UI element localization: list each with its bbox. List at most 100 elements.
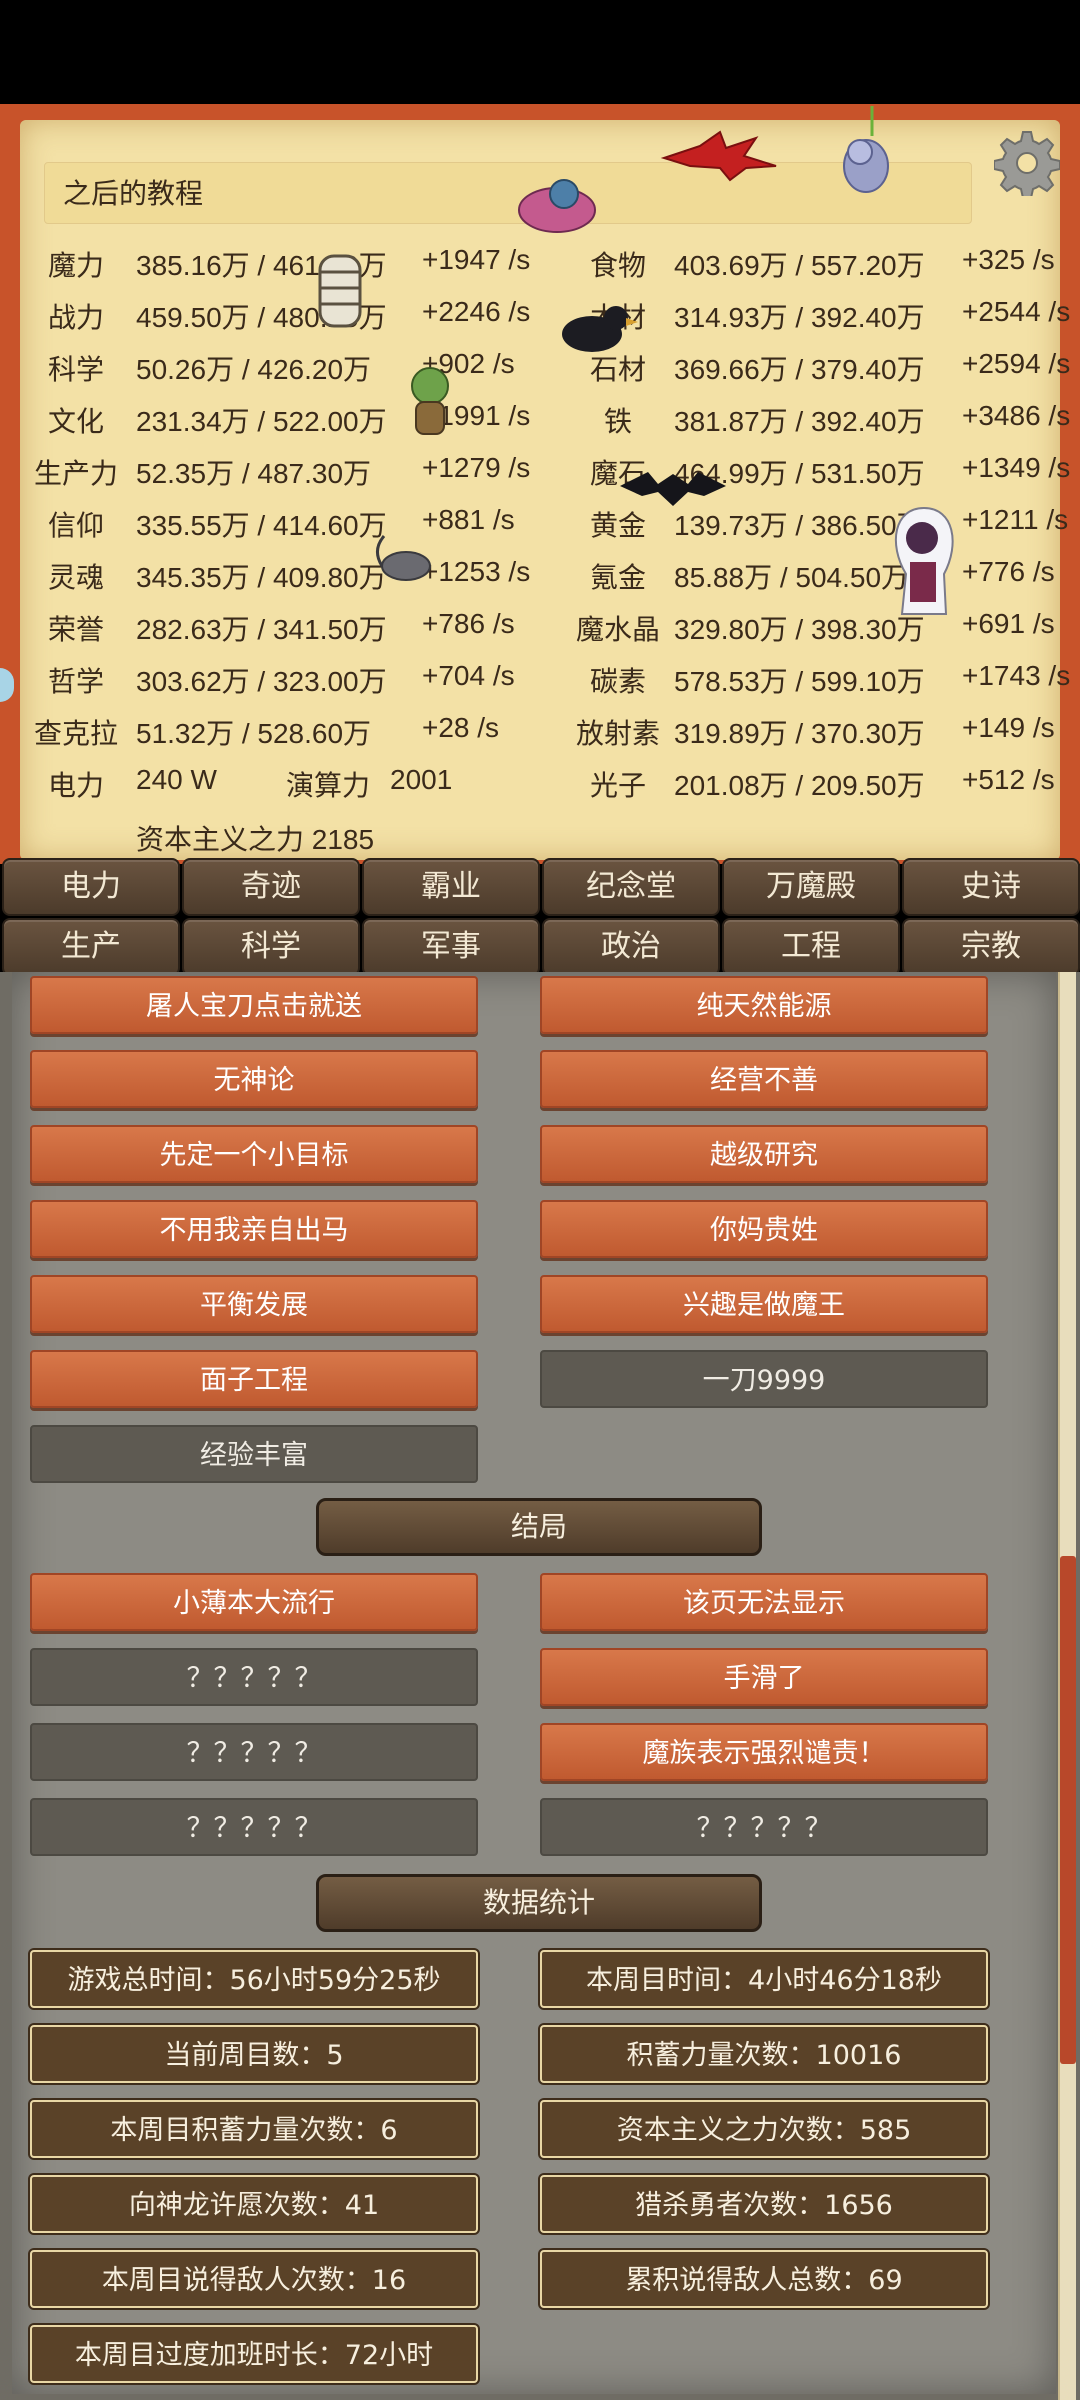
tab-power[interactable]: 电力 — [2, 858, 180, 916]
stat-run-accumulate-count: 本周目积蓄力量次数：6 — [30, 2100, 478, 2158]
achievement-button-locked[interactable]: 一刀9999 — [540, 1350, 988, 1408]
tab-science[interactable]: 科学 — [182, 918, 360, 976]
resource-rate: +786 /s — [422, 608, 515, 639]
resource-rate: +149 /s — [962, 712, 1055, 743]
resource-row: 战力 459.50万 / 480.25万 +2246 /s 木材 314.93万… — [0, 296, 1080, 336]
rat-icon — [376, 535, 431, 581]
ending-button-locked[interactable]: ？？？？？ — [30, 1723, 478, 1781]
resource-name: 氪金 — [589, 562, 646, 593]
monkey-icon — [843, 106, 889, 193]
resource-rate: +2544 /s — [962, 296, 1071, 327]
resource-name: 碳素 — [589, 666, 646, 697]
resource-value: 578.53万 / 599.10万 — [674, 666, 925, 697]
bat-icon — [620, 472, 726, 506]
resource-rate: +2246 /s — [422, 296, 531, 327]
ending-button[interactable]: 该页无法显示 — [540, 1573, 988, 1631]
achievement-button[interactable]: 越级研究 — [540, 1125, 988, 1183]
resource-rate: +1211 /s — [962, 504, 1069, 535]
achievement-button[interactable]: 兴趣是做魔王 — [540, 1275, 988, 1333]
scrollbar-thumb[interactable] — [1060, 1556, 1076, 2064]
red-dragon-icon — [660, 130, 777, 182]
ending-button-locked[interactable]: ？？？？？ — [540, 1798, 988, 1856]
capitalism-power: 资本主义之力 2185 — [136, 824, 375, 855]
ending-button-locked[interactable]: ？？？？？ — [30, 1798, 478, 1856]
achievement-button[interactable]: 平衡发展 — [30, 1275, 478, 1333]
ending-button[interactable]: 魔族表示强烈谴责！ — [540, 1723, 988, 1781]
resource-rate: +512 /s — [962, 764, 1055, 795]
achievement-button-locked[interactable]: 经验丰富 — [30, 1425, 478, 1483]
resource-name: 灵魂 — [47, 562, 104, 593]
resource-name: 放射素 — [575, 718, 660, 749]
resource-value: 381.87万 / 392.40万 — [674, 406, 925, 437]
resource-row: 魔力 385.16万 / 461.50万 +1947 /s 食物 403.69万… — [0, 244, 1080, 284]
ending-button-locked[interactable]: ？？？？？ — [30, 1648, 478, 1706]
achievement-button[interactable]: 纯天然能源 — [540, 976, 988, 1034]
power-value: 240 W — [136, 764, 217, 795]
achievement-button[interactable]: 不用我亲自出马 — [30, 1200, 478, 1258]
resource-rate: +691 /s — [962, 608, 1055, 639]
resource-value: 85.88万 / 504.50万 — [674, 562, 910, 593]
tab-politics[interactable]: 政治 — [542, 918, 720, 976]
tab-religion[interactable]: 宗教 — [902, 918, 1080, 976]
resource-name: 魔水晶 — [575, 614, 660, 645]
resource-rate: +3486 /s — [962, 400, 1071, 431]
resource-name: 光子 — [589, 770, 646, 801]
resource-name: 战力 — [47, 302, 104, 333]
tab-row-upper: 电力 奇迹 霸业 纪念堂 万魔殿 史诗 — [0, 858, 1080, 916]
resource-name: 魔力 — [47, 250, 104, 281]
resource-name: 查克拉 — [33, 718, 118, 749]
stat-current-run-count: 当前周目数：5 — [30, 2025, 478, 2083]
compute-value: 2001 — [390, 764, 453, 795]
tab-engineering[interactable]: 工程 — [722, 918, 900, 976]
tab-hegemony[interactable]: 霸业 — [362, 858, 540, 916]
stat-run-persuade-count: 本周目说得敌人次数：16 — [30, 2250, 478, 2308]
resource-rate: +1947 /s — [422, 244, 531, 275]
resource-rate: +1743 /s — [962, 660, 1071, 691]
tab-pandemonium[interactable]: 万魔殿 — [722, 858, 900, 916]
gear-icon[interactable] — [994, 130, 1060, 196]
tab-memorial-hall[interactable]: 纪念堂 — [542, 858, 720, 916]
achievement-button[interactable]: 经营不善 — [540, 1050, 988, 1108]
tab-wonders[interactable]: 奇迹 — [182, 858, 360, 916]
resource-value: 403.69万 / 557.20万 — [674, 250, 925, 281]
resource-rate: +2594 /s — [962, 348, 1071, 379]
achievement-button[interactable]: 你妈贵姓 — [540, 1200, 988, 1258]
ending-button[interactable]: 小薄本大流行 — [30, 1573, 478, 1631]
stat-capitalism-count: 资本主义之力次数：585 — [540, 2100, 988, 2158]
resource-row: 文化 231.34万 / 522.00万 +1991 /s 铁 381.87万 … — [0, 400, 1080, 440]
resource-value: 51.32万 / 528.60万 — [136, 718, 372, 749]
power-label: 电力 — [47, 770, 104, 801]
resource-value: 201.08万 / 209.50万 — [674, 770, 925, 801]
resource-value: 282.63万 / 341.50万 — [136, 614, 387, 645]
crow-icon — [562, 306, 638, 352]
stat-accumulate-count: 积蓄力量次数：10016 — [540, 2025, 988, 2083]
tab-row-lower: 生产 科学 军事 政治 工程 宗教 — [0, 918, 1080, 976]
resource-row: 查克拉 51.32万 / 528.60万 +28 /s 放射素 319.89万 … — [0, 712, 1080, 752]
stat-overtime-hours: 本周目过度加班时长：72小时 — [30, 2325, 478, 2383]
resource-name: 信仰 — [47, 510, 104, 541]
achievement-button[interactable]: 无神论 — [30, 1050, 478, 1108]
achievement-button[interactable]: 屠人宝刀点击就送 — [30, 976, 478, 1034]
resource-value: 319.89万 / 370.30万 — [674, 718, 925, 749]
resource-row: 科学 50.26万 / 426.20万 +902 /s 石材 369.66万 /… — [0, 348, 1080, 388]
resource-rate: +28 /s — [422, 712, 500, 743]
ending-button[interactable]: 手滑了 — [540, 1648, 988, 1706]
mummy-icon — [318, 254, 362, 328]
resource-rate: +1349 /s — [962, 452, 1071, 483]
stat-total-persuade-count: 累积说得敌人总数：69 — [540, 2250, 988, 2308]
resource-name: 科学 — [47, 354, 104, 385]
stat-hero-kill-count: 猎杀勇者次数：1656 — [540, 2175, 988, 2233]
tab-military[interactable]: 军事 — [362, 918, 540, 976]
tab-epic[interactable]: 史诗 — [902, 858, 1080, 916]
pink-beast-icon — [518, 179, 596, 233]
resource-value: 335.55万 / 414.60万 — [136, 510, 387, 541]
stat-dragon-wish-count: 向神龙许愿次数：41 — [30, 2175, 478, 2233]
resource-name: 铁 — [603, 406, 632, 437]
resource-rate: +704 /s — [422, 660, 515, 691]
achievement-button[interactable]: 先定一个小目标 — [30, 1125, 478, 1183]
resource-name: 生产力 — [33, 458, 118, 489]
resource-rate: +325 /s — [962, 244, 1055, 275]
resource-value: 314.93万 / 392.40万 — [674, 302, 925, 333]
achievement-button[interactable]: 面子工程 — [30, 1350, 478, 1408]
tab-production[interactable]: 生产 — [2, 918, 180, 976]
